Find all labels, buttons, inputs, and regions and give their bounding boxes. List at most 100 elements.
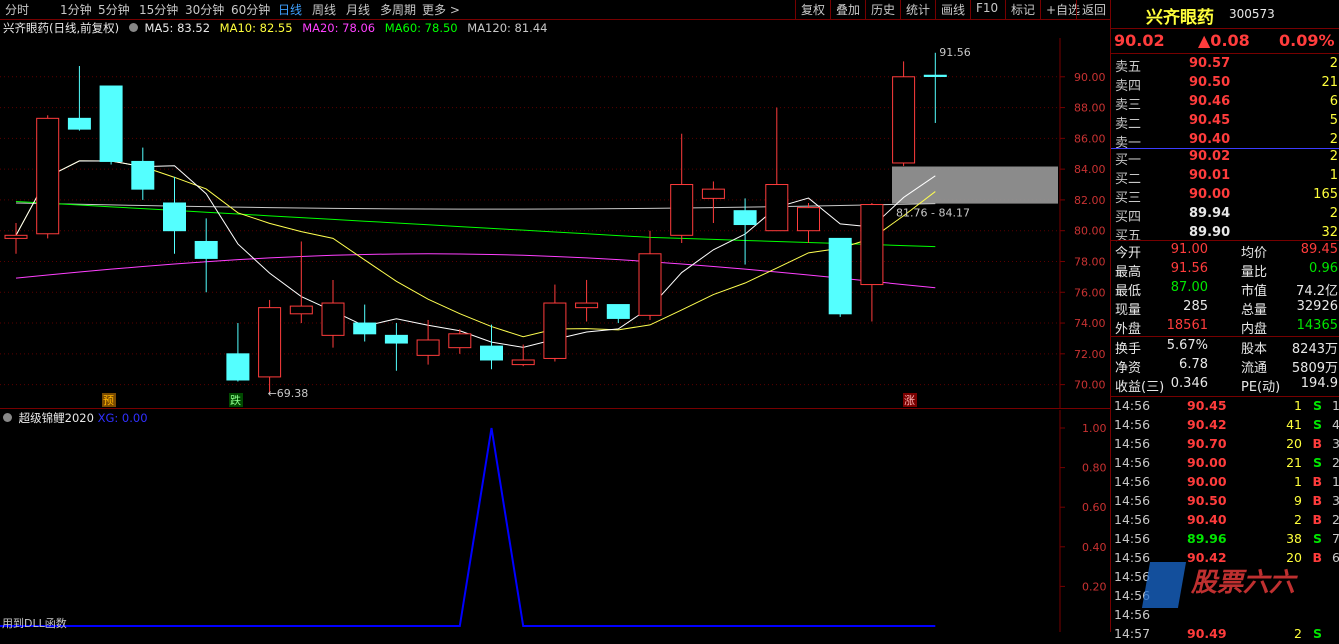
tick-time: 14:56 bbox=[1114, 569, 1151, 584]
level-price: 89.90 bbox=[1189, 225, 1231, 240]
tick-volume: 2 bbox=[1294, 512, 1302, 527]
y-tick-label: 84.00 bbox=[1074, 163, 1106, 176]
stat-label: 内盘 bbox=[1241, 322, 1268, 337]
tab-more[interactable]: 更多 > bbox=[422, 1, 460, 18]
chart-title: 兴齐眼药(日线,前复权) bbox=[3, 21, 120, 35]
level-price: 90.02 bbox=[1189, 149, 1231, 164]
candle-body bbox=[353, 322, 377, 335]
stock-code: 300573 bbox=[1229, 7, 1275, 21]
tick-volume: 1 bbox=[1294, 398, 1302, 413]
y-tick-label: 88.00 bbox=[1074, 102, 1106, 115]
level-volume: 2 bbox=[1329, 206, 1338, 221]
indicator-collapse-icon[interactable] bbox=[3, 413, 12, 422]
tick-time: 14:56 bbox=[1114, 531, 1151, 546]
tick-row: 14:56 90.00 21 S 2 bbox=[1111, 454, 1339, 473]
stat-row: 净资 6.78 流通 5809万 bbox=[1111, 356, 1339, 376]
tick-direction: S bbox=[1312, 455, 1322, 470]
tick-row: 14:56 90.50 9 B 3 bbox=[1111, 492, 1339, 511]
f10-button[interactable]: F10 bbox=[970, 0, 1003, 19]
tag-die: 跌 bbox=[230, 393, 241, 407]
indicator-chart[interactable]: 1.00 0.80 0.60 0.40 0.20 用到DLL函数 bbox=[0, 410, 1110, 632]
tick-price: 89.96 bbox=[1187, 531, 1227, 546]
candle-body bbox=[733, 210, 757, 226]
tick-price: 90.40 bbox=[1187, 512, 1227, 527]
tab-daily[interactable]: 日线 bbox=[278, 1, 302, 18]
stat-label: 流通 bbox=[1241, 361, 1268, 376]
level-label: 买四 bbox=[1115, 210, 1142, 225]
kline-chart[interactable]: 90.00 88.00 86.00 84.00 82.00 80.00 78.00 76.00… bbox=[0, 38, 1110, 409]
level-volume: 165 bbox=[1313, 187, 1338, 202]
stat-label: 总量 bbox=[1241, 303, 1268, 318]
tick-direction: B bbox=[1312, 474, 1322, 489]
candle-body bbox=[131, 160, 155, 190]
stat-value: 87.00 bbox=[1170, 280, 1208, 295]
bid-row[interactable]: 买一 90.02 2 bbox=[1111, 148, 1339, 168]
level-price: 90.00 bbox=[1189, 187, 1231, 202]
tick-count: 3 bbox=[1332, 493, 1339, 508]
candle-body bbox=[797, 207, 820, 232]
candle-body bbox=[163, 202, 186, 232]
price-line: 90.02 ▲0.08 0.09% bbox=[1111, 29, 1339, 51]
bid-row[interactable]: 买四 89.94 2 bbox=[1111, 205, 1339, 225]
period-toolbar: 分时 1分钟 5分钟 15分钟 30分钟 60分钟 日线 周线 月线 多周期 更… bbox=[0, 0, 1110, 20]
level-volume: 2 bbox=[1329, 56, 1338, 71]
tick-price: 90.49 bbox=[1187, 626, 1227, 641]
y-tick-label: 72.00 bbox=[1074, 348, 1106, 361]
candle-body bbox=[36, 117, 60, 235]
ma60-label: MA60: 78.50 bbox=[384, 21, 458, 35]
fuquan-button[interactable]: 复权 bbox=[795, 0, 830, 19]
level-label: 买二 bbox=[1115, 172, 1142, 187]
level-volume: 6 bbox=[1329, 94, 1338, 109]
history-button[interactable]: 历史 bbox=[865, 0, 900, 19]
tab-monthly[interactable]: 月线 bbox=[346, 1, 370, 18]
mark-button[interactable]: 标记 bbox=[1005, 0, 1040, 19]
ind-y-tick-label: 0.80 bbox=[1082, 462, 1107, 475]
range-annotation: 81.76 - 84.17 bbox=[896, 207, 970, 220]
candle-body bbox=[448, 333, 472, 349]
stat-label: 收益(三) bbox=[1115, 380, 1165, 395]
ask-row[interactable]: 卖二 90.45 5 bbox=[1111, 112, 1339, 132]
price-change: ▲0.08 bbox=[1198, 31, 1250, 50]
draw-button[interactable]: 画线 bbox=[935, 0, 970, 19]
tab-multi-period[interactable]: 多周期 bbox=[380, 1, 416, 18]
tab-fenshi[interactable]: 分时 bbox=[5, 1, 29, 18]
stat-value: 0.346 bbox=[1170, 376, 1208, 391]
overlay-button[interactable]: 叠加 bbox=[830, 0, 865, 19]
level-volume: 2 bbox=[1329, 149, 1338, 164]
tab-60min[interactable]: 60分钟 bbox=[231, 1, 270, 18]
tab-1min[interactable]: 1分钟 bbox=[60, 1, 92, 18]
tick-volume: 1 bbox=[1294, 474, 1302, 489]
candle-body bbox=[258, 307, 282, 378]
stat-value: 5.67% bbox=[1166, 338, 1208, 353]
bid-row[interactable]: 买三 90.00 165 bbox=[1111, 186, 1339, 206]
tab-weekly[interactable]: 周线 bbox=[312, 1, 336, 18]
ask-row[interactable]: 卖五 90.57 2 bbox=[1111, 55, 1339, 75]
tick-volume: 2 bbox=[1294, 626, 1302, 641]
collapse-icon[interactable] bbox=[128, 23, 138, 32]
level-label: 卖四 bbox=[1115, 79, 1142, 94]
candle-body bbox=[828, 237, 852, 315]
tick-count: 3 bbox=[1332, 436, 1339, 451]
tab-30min[interactable]: 30分钟 bbox=[185, 1, 224, 18]
tick-row: 14:57 90.49 2 S bbox=[1111, 625, 1339, 644]
y-tick-label: 74.00 bbox=[1074, 317, 1106, 330]
candle-body bbox=[923, 74, 947, 77]
watermark-emblem bbox=[1141, 562, 1187, 608]
watermark-text: 股票六六 bbox=[1191, 568, 1296, 598]
tab-5min[interactable]: 5分钟 bbox=[98, 1, 130, 18]
stat-value: 0.96 bbox=[1309, 261, 1338, 276]
bid-row[interactable]: 买二 90.01 1 bbox=[1111, 167, 1339, 187]
stats-button[interactable]: 统计 bbox=[900, 0, 935, 19]
back-button[interactable]: 返回 bbox=[1076, 0, 1111, 19]
tab-15min[interactable]: 15分钟 bbox=[139, 1, 178, 18]
tick-direction: S bbox=[1312, 417, 1322, 432]
tick-count: 2 bbox=[1332, 512, 1339, 527]
ask-row[interactable]: 卖三 90.46 6 bbox=[1111, 93, 1339, 113]
ind-y-tick-label: 0.60 bbox=[1082, 501, 1107, 514]
low-annotation: ←69.38 bbox=[268, 387, 309, 400]
stat-row: 今开 91.00 均价 89.45 bbox=[1111, 241, 1339, 261]
tick-volume: 20 bbox=[1286, 436, 1302, 451]
tick-row: 14:56 90.45 1 S 1 bbox=[1111, 397, 1339, 416]
ask-row[interactable]: 卖四 90.50 21 bbox=[1111, 74, 1339, 94]
candle-body bbox=[701, 188, 725, 199]
